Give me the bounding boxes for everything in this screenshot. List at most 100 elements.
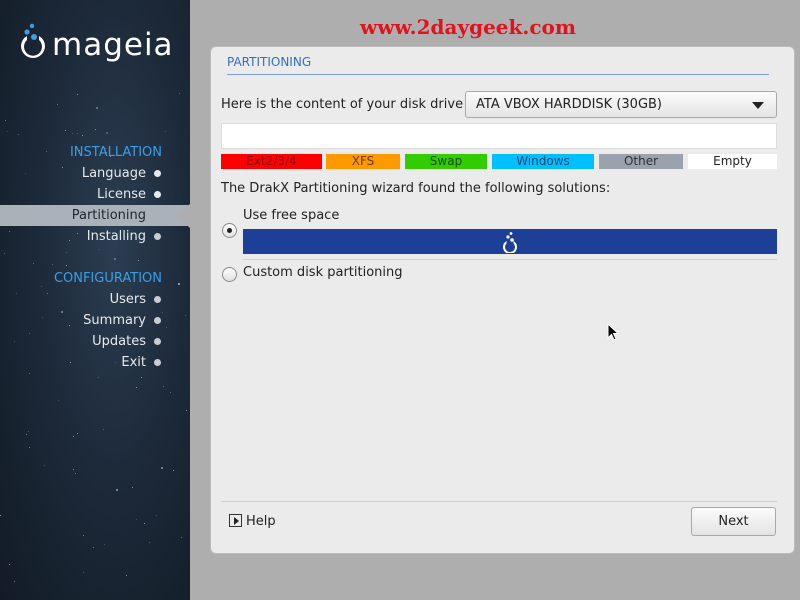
sidebar-item-exit[interactable]: Exit [0,352,190,373]
star-decoration [58,400,59,401]
sidebar-item-partitioning[interactable]: Partitioning [0,204,190,228]
free-space-bar [243,229,777,254]
sidebar-item-label: Partitioning [71,208,146,223]
option-divider [243,259,777,260]
star-decoration [95,129,96,130]
step-pending-dot-icon [154,233,161,240]
step-pending-dot-icon [154,359,161,366]
play-arrow-icon [229,514,242,527]
star-decoration [165,131,166,132]
star-decoration [186,410,187,411]
star-decoration [103,429,104,430]
star-decoration [77,133,78,134]
sidebar-item-language[interactable]: Language [0,163,190,184]
star-decoration [144,523,145,524]
star-decoration [18,134,19,135]
next-button[interactable]: Next [691,507,776,536]
star-decoration [141,377,142,378]
legend-windows: Windows [492,154,594,169]
star-decoration [41,286,42,287]
custom-partitioning-label[interactable]: Custom disk partitioning [243,265,403,280]
star-decoration [132,487,133,488]
star-decoration [66,265,67,266]
star-decoration [106,132,108,134]
star-decoration [126,575,127,576]
star-decoration [82,135,83,136]
step-done-dot-icon [154,170,161,177]
section-title-configuration: CONFIGURATION [53,271,162,286]
star-decoration [93,547,94,548]
help-button[interactable]: Help [229,512,276,532]
footer-divider [221,501,777,502]
mageia-small-logo-icon [503,232,517,253]
use-free-space-label[interactable]: Use free space [243,208,339,223]
disk-prompt-label: Here is the content of your disk drive [221,97,464,112]
legend-xfs: XFS [326,154,400,169]
radio-selected-dot-icon [227,228,232,233]
star-decoration [161,467,163,469]
legend-other: Other [599,154,683,169]
star-decoration [57,104,58,105]
sidebar-item-label: License [96,187,146,202]
star-decoration [104,544,105,545]
star-decoration [98,377,99,378]
star-decoration [26,434,27,435]
sidebar-item-label: Language [81,166,146,181]
legend-ext234: Ext2/3/4 [221,154,322,169]
star-decoration [83,535,84,536]
star-decoration [77,94,78,95]
watermark-banner: www.2daygeek.com [360,15,577,39]
star-decoration [83,572,84,573]
help-label: Help [246,514,276,529]
step-pending-dot-icon [154,317,161,324]
mouse-pointer-icon [607,323,619,341]
star-decoration [163,386,164,387]
star-decoration [173,470,174,471]
star-decoration [114,258,116,260]
star-decoration [5,120,6,121]
legend-swap: Swap [405,154,487,169]
sidebar-item-license[interactable]: License [0,184,190,205]
star-decoration [14,581,15,582]
custom-partitioning-radio[interactable] [222,267,237,282]
title-divider [227,74,769,75]
star-decoration [75,473,76,474]
star-decoration [99,249,100,250]
star-decoration [156,515,157,516]
star-decoration [65,130,66,131]
page-title: PARTITIONING [227,55,312,69]
star-decoration [29,447,30,448]
star-decoration [178,283,180,285]
brand-logo-text: mageia [52,27,174,63]
star-decoration [96,107,98,109]
sidebar-item-label: Installing [86,229,146,244]
star-decoration [149,542,150,543]
star-decoration [29,373,30,374]
star-decoration [170,392,171,393]
sidebar-item-label: Updates [92,334,146,349]
star-decoration [7,131,8,132]
use-free-space-radio[interactable] [222,223,237,238]
sidebar-item-summary[interactable]: Summary [0,310,190,331]
step-done-dot-icon [154,191,161,198]
disk-select-value: ATA VBOX HARDDISK (30GB) [476,97,663,112]
sidebar-item-installing[interactable]: Installing [0,226,190,247]
star-decoration [0,515,1,516]
sidebar-item-users[interactable]: Users [0,289,190,310]
step-pending-dot-icon [154,296,161,303]
star-decoration [138,260,139,261]
section-title-installation: INSTALLATION [69,145,162,160]
sidebar-item-label: Exit [121,355,146,370]
disk-select-dropdown[interactable]: ATA VBOX HARDDISK (30GB) [465,91,777,118]
star-decoration [73,469,74,470]
sidebar-item-updates[interactable]: Updates [0,331,190,352]
sidebar-item-label: Users [109,292,146,307]
star-decoration [136,387,137,388]
star-decoration [116,489,118,491]
sidebar: mageia INSTALLATION Language License Par… [0,0,190,600]
star-decoration [52,264,53,265]
star-decoration [66,252,67,253]
disk-usage-bar [221,123,777,149]
legend-empty: Empty [688,154,777,169]
star-decoration [46,151,47,152]
